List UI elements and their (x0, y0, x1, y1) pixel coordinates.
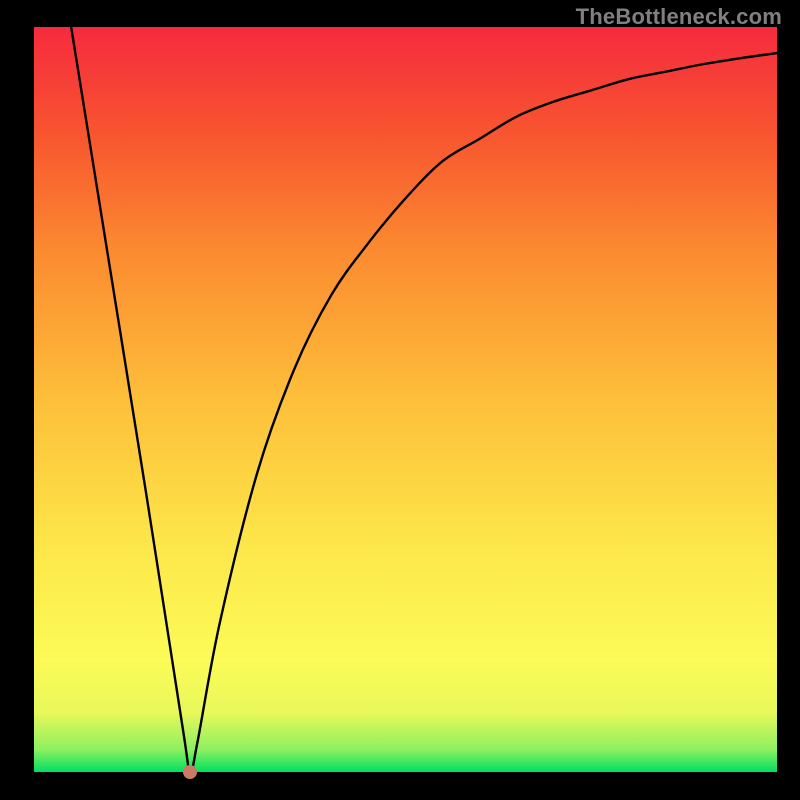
bottleneck-chart (0, 0, 800, 800)
chart-container: TheBottleneck.com (0, 0, 800, 800)
plot-background (34, 27, 777, 772)
optimal-point-marker (183, 765, 197, 779)
watermark-text: TheBottleneck.com (576, 4, 782, 30)
